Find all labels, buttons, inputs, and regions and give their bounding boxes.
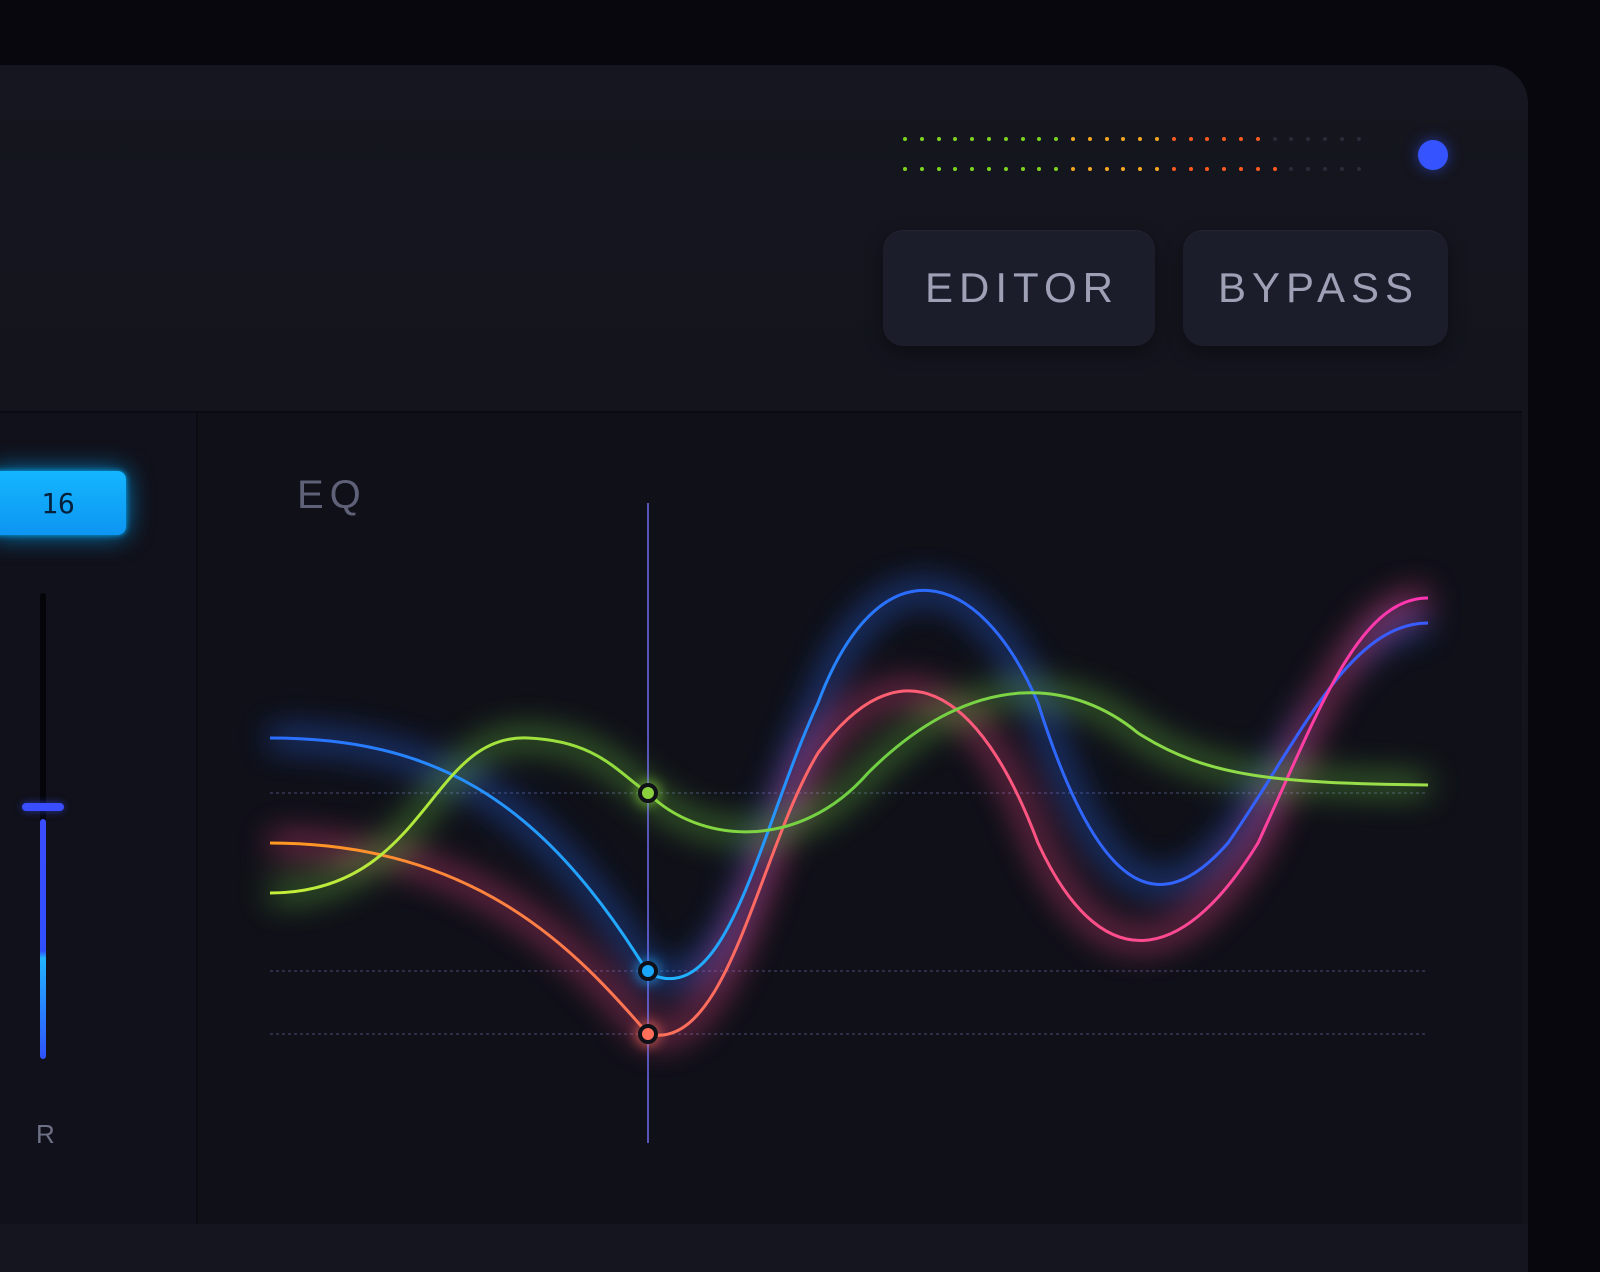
meter-dot xyxy=(936,167,941,171)
meter-dot xyxy=(1155,167,1159,171)
meter-dot xyxy=(1121,137,1126,141)
meter-dot xyxy=(1138,137,1143,141)
meter-dot xyxy=(1087,137,1092,141)
meter-dot xyxy=(1171,137,1176,141)
meter-dot xyxy=(1356,137,1361,141)
meter-dot xyxy=(1188,137,1193,141)
meter-dot xyxy=(1239,167,1243,171)
meter-dot xyxy=(1037,137,1042,141)
meter-dot xyxy=(1289,167,1294,171)
meter-dot xyxy=(1205,167,1210,171)
eq-horizontal-grid xyxy=(270,792,1428,1035)
value-display[interactable]: 16 xyxy=(0,471,126,535)
eq-node-blue[interactable] xyxy=(638,961,658,981)
meter-dot xyxy=(1205,137,1210,141)
meter-dot xyxy=(1188,167,1193,171)
meter-dot xyxy=(1054,167,1059,171)
meter-dot xyxy=(1003,167,1008,171)
meter-dot xyxy=(987,137,991,141)
power-indicator[interactable] xyxy=(1418,140,1448,170)
main-content: 16 R EQ xyxy=(0,411,1522,1226)
bypass-button[interactable]: BYPASS xyxy=(1183,230,1448,346)
meter-dot xyxy=(1020,167,1025,171)
meter-dot xyxy=(919,167,924,171)
meter-dot xyxy=(1255,167,1260,171)
eq-node-orange[interactable] xyxy=(638,1024,658,1044)
meter-dot xyxy=(1121,167,1126,171)
meter-dot xyxy=(1104,137,1109,141)
meter-dot xyxy=(1323,137,1327,141)
fader-fill xyxy=(40,819,46,1059)
meter-dot xyxy=(1171,167,1176,171)
eq-curve-glow xyxy=(269,581,1429,1045)
eq-display[interactable]: EQ xyxy=(198,413,1522,1224)
meter-dot xyxy=(1323,167,1327,171)
meter-dot xyxy=(1071,167,1075,171)
output-level-meters xyxy=(903,137,1363,177)
meter-dot xyxy=(1356,167,1361,171)
level-meter-right xyxy=(903,167,1363,173)
meter-dot xyxy=(903,167,907,171)
meter-dot xyxy=(953,137,958,141)
meter-dot xyxy=(1272,137,1277,141)
meter-dot xyxy=(919,137,924,141)
meter-dot xyxy=(970,137,975,141)
meter-dot xyxy=(1020,137,1025,141)
eq-graph[interactable] xyxy=(198,413,1522,1224)
meter-dot xyxy=(1087,167,1092,171)
meter-dot xyxy=(1222,137,1227,141)
channel-label: R xyxy=(36,1119,55,1149)
meter-dot xyxy=(936,137,941,141)
meter-dot xyxy=(903,137,907,141)
meter-dot xyxy=(987,167,991,171)
meter-dot xyxy=(953,167,958,171)
editor-button[interactable]: EDITOR xyxy=(883,230,1155,346)
level-meter-left xyxy=(903,137,1363,143)
meter-dot xyxy=(1003,137,1008,141)
meter-dot xyxy=(1054,137,1059,141)
meter-dot xyxy=(1037,167,1042,171)
eq-node-green[interactable] xyxy=(638,783,658,803)
meter-dot xyxy=(1339,137,1344,141)
meter-dot xyxy=(1222,167,1227,171)
meter-dot xyxy=(1104,167,1109,171)
meter-dot xyxy=(970,167,975,171)
channel-strip: 16 R xyxy=(0,413,198,1224)
eq-title: EQ xyxy=(297,473,367,517)
meter-dot xyxy=(1272,167,1277,171)
fader-handle[interactable] xyxy=(22,803,64,812)
meter-dot xyxy=(1155,137,1159,141)
meter-dot xyxy=(1071,137,1075,141)
meter-dot xyxy=(1138,167,1143,171)
meter-dot xyxy=(1306,167,1311,171)
meter-dot xyxy=(1306,137,1311,141)
meter-dot xyxy=(1339,167,1344,171)
meter-dot xyxy=(1289,137,1294,141)
meter-dot xyxy=(1255,137,1260,141)
meter-dot xyxy=(1239,137,1243,141)
bottom-bar xyxy=(0,1224,1528,1272)
